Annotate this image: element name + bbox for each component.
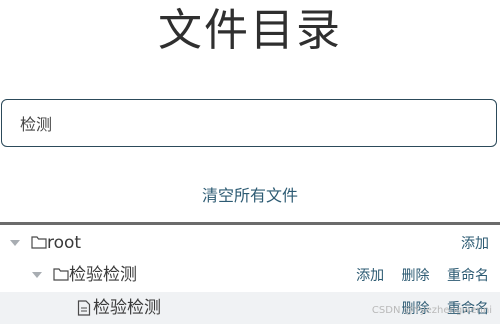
caret-down-icon[interactable] [32,272,42,278]
rename-button[interactable]: 重命名 [447,268,489,284]
page-title: 文件目录 [158,5,342,56]
tree-node-folder[interactable]: 检验检测 添加 删除 重命名 [0,259,500,291]
folder-icon [31,236,47,249]
node-actions: 添加 [448,235,489,253]
file-icon [77,300,91,316]
tree-node-label: root [47,233,82,253]
add-button[interactable]: 添加 [461,236,489,252]
tree-node-label: 检验检测 [69,265,137,285]
search-box[interactable] [1,99,497,147]
watermark: CSDN @Yyezhengwenni [371,305,492,316]
folder-icon [53,268,69,281]
clear-all-files-button[interactable]: 清空所有文件 [0,185,500,207]
tree-node-label: 检验检测 [93,298,161,318]
file-directory-page: 文件目录 清空所有文件 root 添加 检验检测 添加 删除 [0,0,500,326]
node-actions: 添加 删除 重命名 [343,267,489,285]
caret-down-icon[interactable] [10,240,20,246]
tree-node-root[interactable]: root 添加 [0,227,500,259]
search-input[interactable] [20,110,480,136]
add-button[interactable]: 添加 [356,268,384,284]
delete-button[interactable]: 删除 [402,268,430,284]
